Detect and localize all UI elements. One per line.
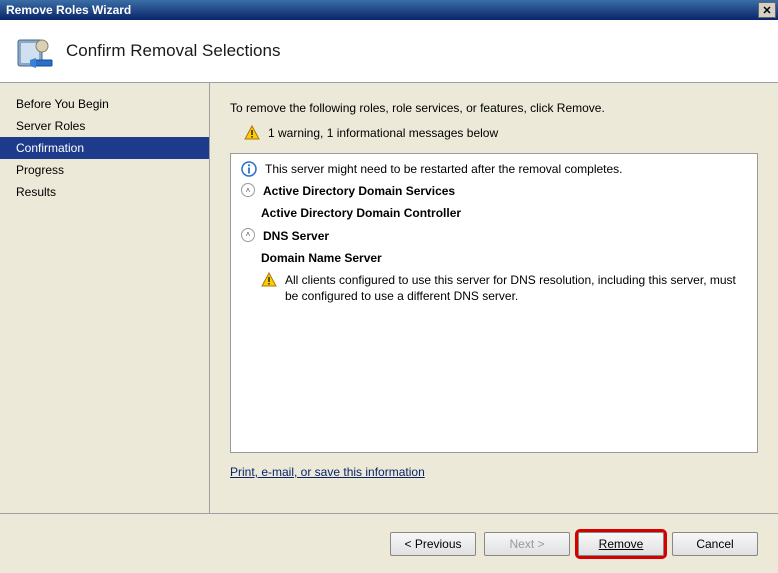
- row-text: All clients configured to use this serve…: [285, 272, 749, 304]
- warning-icon: [244, 125, 260, 141]
- info-icon: [241, 161, 257, 177]
- window-title: Remove Roles Wizard: [6, 3, 758, 17]
- row-text: DNS Server: [263, 228, 749, 244]
- page-title: Confirm Removal Selections: [66, 41, 280, 61]
- close-button[interactable]: ✕: [758, 2, 776, 18]
- main-panel: To remove the following roles, role serv…: [210, 83, 778, 513]
- cancel-button[interactable]: Cancel: [672, 532, 758, 556]
- next-button: Next >: [484, 532, 570, 556]
- sidebar-item-server-roles[interactable]: Server Roles: [0, 115, 209, 137]
- info-row: This server might need to be restarted a…: [231, 158, 757, 180]
- wizard-icon: [12, 30, 54, 72]
- sidebar-item-progress[interactable]: Progress: [0, 159, 209, 181]
- summary-row: 1 warning, 1 informational messages belo…: [230, 125, 758, 141]
- wizard-sidebar: Before You Begin Server Roles Confirmati…: [0, 83, 210, 513]
- role-service-row: Domain Name Server: [231, 247, 757, 269]
- role-row-ad-ds[interactable]: ˄ Active Directory Domain Services: [231, 180, 757, 202]
- warning-detail-row: All clients configured to use this serve…: [231, 269, 757, 307]
- sidebar-item-results[interactable]: Results: [0, 181, 209, 203]
- role-service-row: Active Directory Domain Controller: [231, 202, 757, 224]
- row-text: Active Directory Domain Services: [263, 183, 749, 199]
- wizard-header: Confirm Removal Selections: [0, 20, 778, 83]
- role-row-dns[interactable]: ˄ DNS Server: [231, 225, 757, 247]
- print-email-save-link[interactable]: Print, e-mail, or save this information: [230, 465, 425, 479]
- row-text: This server might need to be restarted a…: [265, 161, 749, 177]
- window-titlebar: Remove Roles Wizard ✕: [0, 0, 778, 20]
- sidebar-item-confirmation[interactable]: Confirmation: [0, 137, 209, 159]
- chevron-up-icon[interactable]: ˄: [241, 228, 255, 242]
- warning-icon: [261, 272, 277, 288]
- remove-button[interactable]: Remove: [578, 532, 664, 556]
- confirmation-detail-box: This server might need to be restarted a…: [230, 153, 758, 453]
- chevron-up-icon[interactable]: ˄: [241, 183, 255, 197]
- row-text: Active Directory Domain Controller: [261, 205, 749, 221]
- sidebar-item-before-you-begin[interactable]: Before You Begin: [0, 93, 209, 115]
- previous-button[interactable]: < Previous: [390, 532, 476, 556]
- intro-text: To remove the following roles, role serv…: [230, 101, 758, 115]
- wizard-footer: < Previous Next > Remove Cancel: [0, 513, 778, 573]
- row-text: Domain Name Server: [261, 250, 749, 266]
- summary-text: 1 warning, 1 informational messages belo…: [268, 126, 498, 140]
